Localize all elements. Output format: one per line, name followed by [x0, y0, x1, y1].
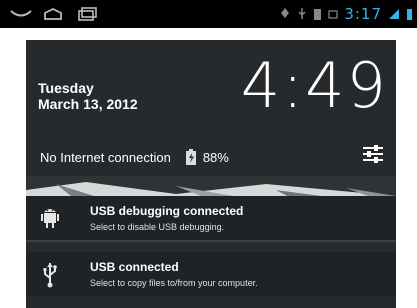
android-debug-icon — [41, 209, 59, 228]
settings-sliders-icon[interactable] — [362, 143, 384, 165]
notification-usb-debugging[interactable]: USB debugging connected Select to disabl… — [26, 196, 396, 240]
usb-icon — [43, 263, 57, 288]
connection-status: No Internet connection — [40, 149, 171, 165]
connection-row: No Internet connection 88% — [40, 148, 229, 166]
day-label: Tuesday — [38, 80, 94, 96]
notification-title: USB connected — [90, 260, 179, 274]
date-label: March 13, 2012 — [38, 96, 138, 112]
usb-debug-icon — [281, 8, 290, 18]
back-icon[interactable] — [8, 6, 34, 22]
screenshot-icon — [328, 10, 338, 19]
status-bar: 3:17 — [0, 0, 417, 28]
notification-subtitle: Select to disable USB debugging. — [90, 222, 225, 232]
notification-title: USB debugging connected — [90, 204, 244, 218]
home-icon[interactable] — [42, 6, 64, 22]
battery-icon — [407, 9, 412, 20]
status-clock: 3:17 — [344, 5, 382, 23]
notification-usb-connected[interactable]: USB connected Select to copy files to/fr… — [26, 252, 396, 296]
status-indicators: 3:17 — [279, 4, 413, 24]
notification-subtitle: Select to copy files to/from your comput… — [90, 278, 258, 288]
notification-shade: Tuesday March 13, 2012 4:49 No Internet … — [26, 40, 396, 308]
clock-display: 4:49 — [240, 49, 388, 122]
notification-divider — [26, 240, 396, 242]
sd-card-icon — [314, 9, 322, 20]
battery-icon — [185, 149, 196, 165]
wifi-icon — [389, 9, 399, 19]
recent-apps-icon[interactable] — [76, 6, 98, 22]
date-display: Tuesday March 13, 2012 — [38, 80, 138, 112]
battery-percent: 88% — [202, 149, 229, 165]
usb-icon — [298, 8, 306, 19]
